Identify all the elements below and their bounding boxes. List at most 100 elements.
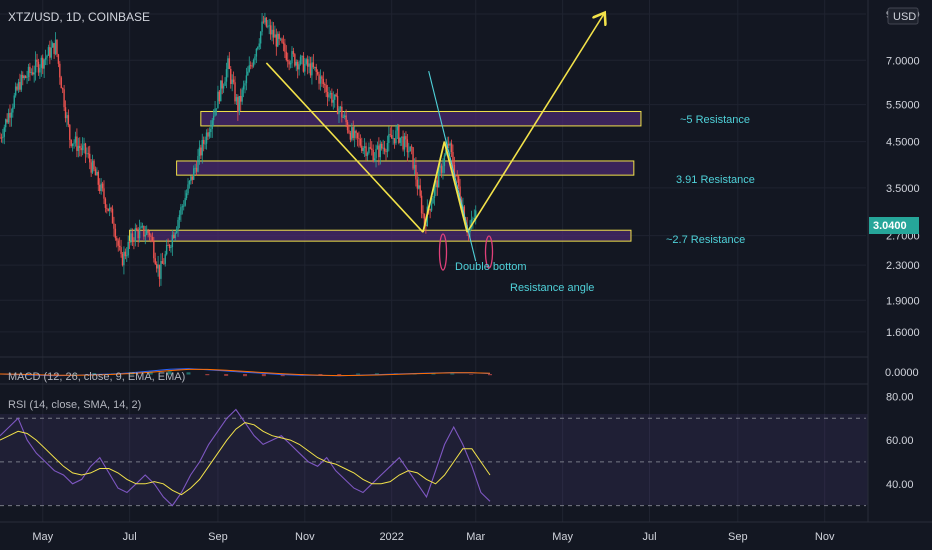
candle-body [151,236,154,242]
candle-body [185,193,188,199]
candle-body [376,145,379,150]
candle-body [63,89,65,108]
rsi-tick-2: 40.00 [886,479,914,491]
candle-body [235,97,238,102]
candle-body [314,66,316,68]
candle-body [116,238,118,241]
candle-body [351,127,353,140]
candle-body [103,188,105,199]
candle-body [281,38,283,43]
candle-body [318,74,320,84]
candle-body [410,146,413,148]
candle-body [211,120,213,129]
label-res-5: ~5 Resistance [680,114,750,126]
candle-body [269,25,272,35]
candle-body [96,171,98,176]
candle-body [202,140,205,144]
candle-body [9,113,11,118]
candle-body [118,245,121,248]
candle-body [160,261,162,279]
candle-body [161,261,164,264]
candle-body [331,92,333,103]
candle-body [279,38,282,40]
candle-body [443,155,446,167]
candle-body [295,61,297,66]
candle-body [294,54,296,66]
candle-body [171,234,174,248]
candle-body [244,83,246,86]
candle-body [409,146,411,152]
candle-body [282,42,285,44]
candle-body [285,51,287,61]
candle-body [204,143,206,145]
rsi-band [0,414,868,505]
candle-body [207,132,209,137]
candle-body [79,145,81,149]
candle-body [49,47,51,58]
candle-body [37,61,40,73]
candle-body [99,184,101,192]
candle-body [217,91,219,109]
candle-body [117,240,119,246]
candle-body [24,75,27,78]
candle-body [113,223,115,229]
label-res-27: ~2.7 Resistance [666,234,745,246]
candle-body [389,134,391,136]
candle-body [321,76,323,79]
price-chart[interactable]: ~5 Resistance 3.91 Resistance ~2.7 Resis… [0,0,932,550]
candle-body [363,146,366,148]
candle-body [91,160,94,173]
candle-body [143,225,145,237]
candle-body [174,232,176,239]
candle-body [316,71,319,75]
candle-body [73,142,75,144]
time-tick-4: 2022 [379,531,403,543]
candle-body [76,136,78,151]
candle-body [418,185,420,189]
candle-body [268,25,270,27]
candle-body [128,241,131,243]
candle-body [89,153,91,163]
currency-badge[interactable]: USD [893,11,916,23]
candle-body [408,151,410,153]
candle-body [42,57,44,69]
candle-body [57,54,60,64]
candle-body [348,130,350,133]
candle-body [334,94,336,100]
candle-body [168,245,171,249]
candle-body [413,165,416,169]
candle-body [71,143,74,146]
candle-body [234,82,236,102]
candle-body [66,115,68,119]
zone-1 [176,160,635,176]
candle-body [440,165,443,173]
candle-body [3,127,5,137]
candle-body [146,230,148,235]
candle-body [74,136,77,143]
candle-body [419,185,421,196]
candle-body [298,64,300,70]
candle-body [245,75,248,84]
candle-body [221,80,223,89]
candle-body [332,99,334,103]
candle-body [302,55,305,72]
candle-body [241,89,243,102]
candle-body [289,63,292,65]
candle-body [154,258,156,265]
candle-body [61,88,64,90]
candle-body [324,84,326,86]
candle-body [130,233,132,243]
candle-body [56,39,58,55]
candle-body [362,147,364,151]
candle-body [288,61,290,65]
rsi-tick-1: 60.00 [886,435,914,447]
candle-body [249,65,252,67]
candle-body [275,34,278,47]
candle-body [94,169,97,176]
macd-hist-bar [450,373,455,375]
candle-body [371,148,373,150]
candle-body [191,176,193,180]
candle-body [121,253,124,266]
candle-body [126,255,128,257]
candle-body [150,235,152,237]
